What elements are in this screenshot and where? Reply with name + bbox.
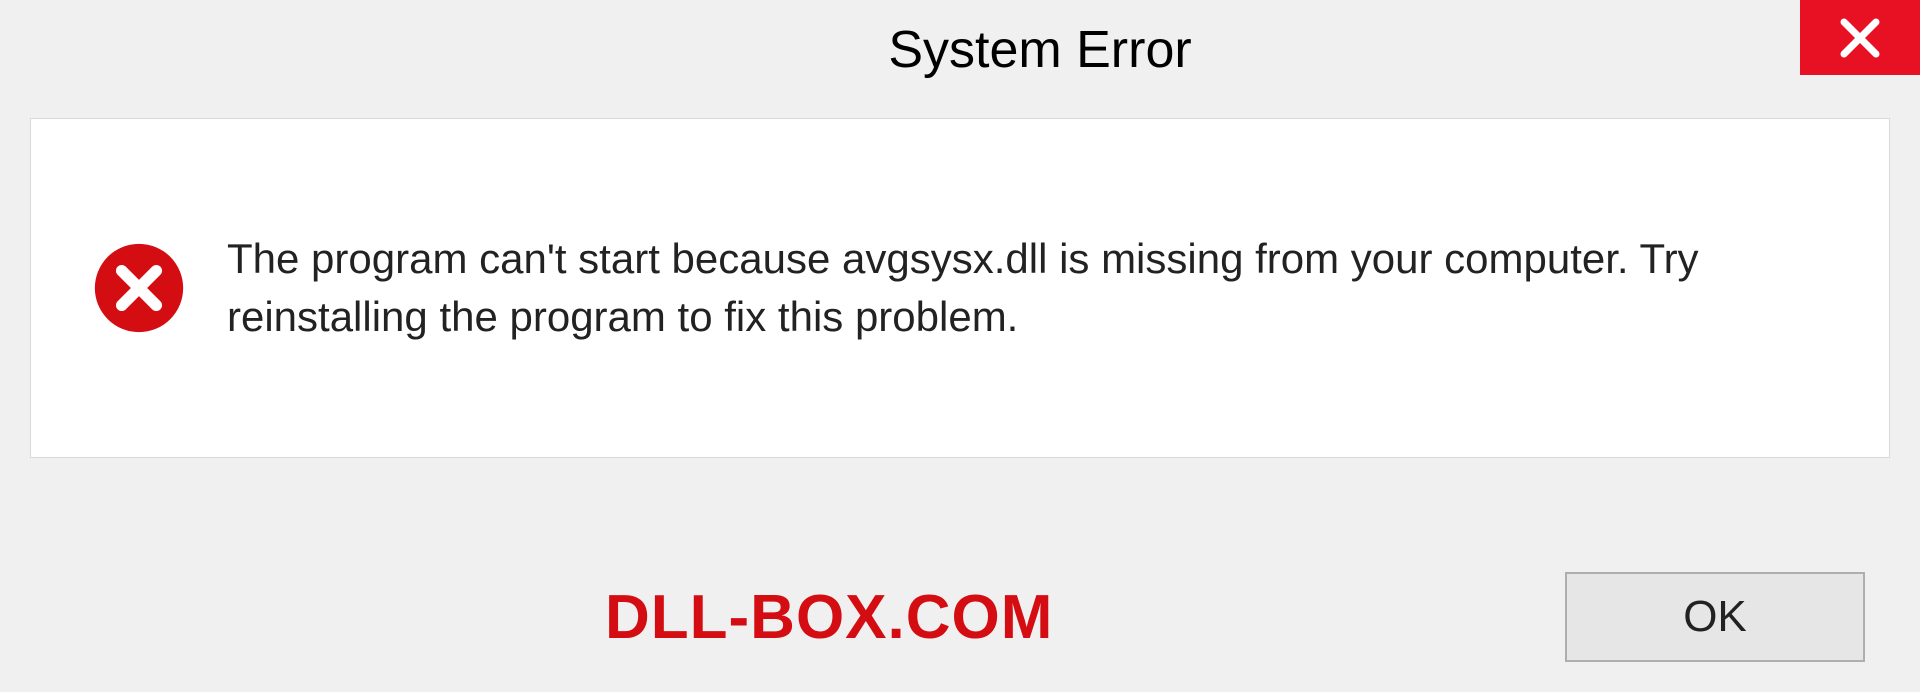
ok-button-label: OK [1683,592,1747,642]
titlebar: System Error [0,0,1920,100]
dialog-title: System Error [888,20,1191,80]
close-button[interactable] [1800,0,1920,75]
dialog-body: The program can't start because avgsysx.… [30,118,1890,458]
error-dialog: System Error The program can't start bec… [0,0,1920,692]
ok-button[interactable]: OK [1565,572,1865,662]
error-icon [91,240,187,336]
error-message: The program can't start because avgsysx.… [227,230,1829,346]
dialog-footer: DLL-BOX.COM OK [0,572,1920,662]
close-icon [1838,16,1882,60]
watermark-text: DLL-BOX.COM [605,582,1053,653]
